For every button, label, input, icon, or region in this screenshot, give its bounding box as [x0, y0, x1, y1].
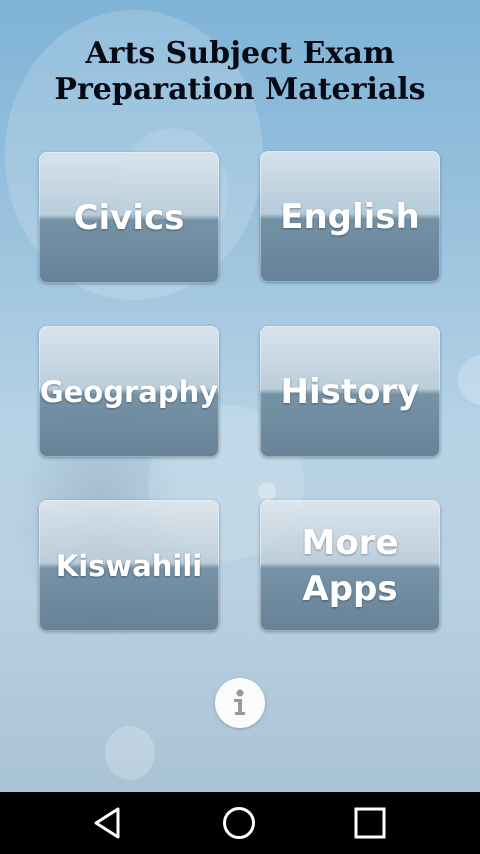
title-line-2: Preparation Materials	[54, 72, 426, 107]
civics-button[interactable]: Civics	[39, 152, 219, 283]
title-line-1: Arts Subject Exam	[85, 36, 395, 71]
kiswahili-button-label: Kiswahili	[55, 548, 203, 583]
civics-button-label: Civics	[73, 197, 185, 238]
page-title: Arts Subject Exam Preparation Materials	[0, 36, 480, 108]
english-button[interactable]: English	[260, 151, 440, 282]
background-bubble	[458, 355, 480, 405]
more-apps-label-line-2: Apps	[302, 568, 398, 609]
more-apps-label: More Apps	[301, 520, 398, 612]
navigation-bar	[0, 792, 480, 854]
info-button[interactable]	[215, 678, 265, 728]
english-button-label: English	[280, 196, 420, 237]
home-circle-icon	[223, 807, 255, 839]
recents-button[interactable]	[330, 792, 410, 854]
info-icon	[234, 689, 245, 715]
home-button[interactable]	[199, 792, 279, 854]
geography-button-label: Geography	[39, 374, 219, 409]
recents-square-icon	[354, 807, 386, 839]
back-button[interactable]	[68, 792, 148, 854]
geography-button[interactable]: Geography	[39, 326, 219, 457]
back-triangle-icon	[94, 807, 120, 839]
app-screen: Arts Subject Exam Preparation Materials …	[0, 0, 480, 792]
more-apps-label-line-1: More	[301, 522, 399, 563]
kiswahili-button[interactable]: Kiswahili	[39, 500, 219, 631]
more-apps-button[interactable]: More Apps	[260, 500, 440, 631]
background-bubble	[258, 482, 276, 500]
history-button[interactable]: History	[260, 326, 440, 457]
history-button-label: History	[280, 371, 420, 412]
background-bubble	[105, 726, 155, 780]
